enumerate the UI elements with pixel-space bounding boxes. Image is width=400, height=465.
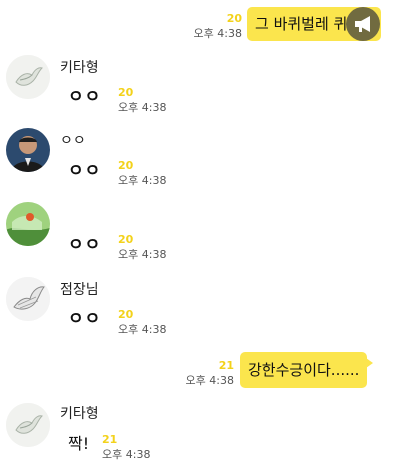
sender-name: ㅇㅇ [60, 133, 86, 149]
message-time: 오후 4:38 [193, 27, 242, 40]
message-time: 오후 4:38 [118, 323, 167, 336]
message-meta: 20 오후 4:38 [118, 160, 166, 188]
message-text: 짝! [68, 434, 90, 453]
message-bubble[interactable]: 짝! [60, 430, 98, 458]
message-text: 그 바퀴벌레 퀴 [255, 15, 348, 33]
message-time: 오후 4:38 [118, 248, 167, 261]
bubble-tail [366, 358, 374, 368]
dove-icon[interactable] [6, 55, 50, 99]
megaphone-icon[interactable] [346, 7, 380, 41]
message-meta: 20 오후 4:38 [118, 234, 166, 262]
message-text: ㅇㅇ [68, 161, 102, 181]
message-meta: 21 오후 4:38 [172, 360, 234, 388]
message-bubble[interactable]: ㅇㅇ [60, 306, 110, 332]
message-meta: 20 오후 4:38 [118, 87, 166, 115]
unread-count: 21 [218, 359, 234, 372]
message-bubble[interactable]: 강한수긍이다...... [240, 352, 374, 388]
message-text: ㅇㅇ [68, 309, 102, 329]
landscape-photo[interactable] [6, 202, 50, 246]
message-bubble[interactable]: ㅇㅇ [60, 158, 110, 184]
sender-name: 점장님 [60, 282, 99, 298]
message-time: 오후 4:38 [118, 101, 167, 114]
message-time: 오후 4:38 [185, 374, 234, 387]
message-meta: 20 오후 4:38 [180, 13, 242, 41]
unread-count: 20 [118, 159, 134, 172]
message-text: ㅇㅇ [68, 87, 102, 107]
unread-count: 20 [118, 233, 134, 246]
unread-count: 20 [226, 12, 242, 25]
unread-count: 21 [102, 433, 118, 446]
man-photo[interactable] [6, 128, 50, 172]
message-bubble[interactable]: ㅇㅇ [60, 232, 110, 258]
message-text: ㅇㅇ [68, 235, 102, 255]
message-bubble[interactable]: ㅇㅇ [60, 84, 110, 110]
sender-name: 키타형 [60, 60, 99, 76]
message-meta: 20 오후 4:38 [118, 309, 166, 337]
unread-count: 20 [118, 308, 134, 321]
dove-icon[interactable] [6, 403, 50, 447]
message-time: 오후 4:38 [102, 448, 151, 461]
message-text: 강한수긍이다...... [248, 361, 360, 379]
bird-sketch-icon[interactable] [6, 277, 50, 321]
sender-name: 키타형 [60, 406, 99, 422]
unread-count: 20 [118, 86, 134, 99]
message-time: 오후 4:38 [118, 174, 167, 187]
message-meta: 21 오후 4:38 [102, 434, 150, 462]
